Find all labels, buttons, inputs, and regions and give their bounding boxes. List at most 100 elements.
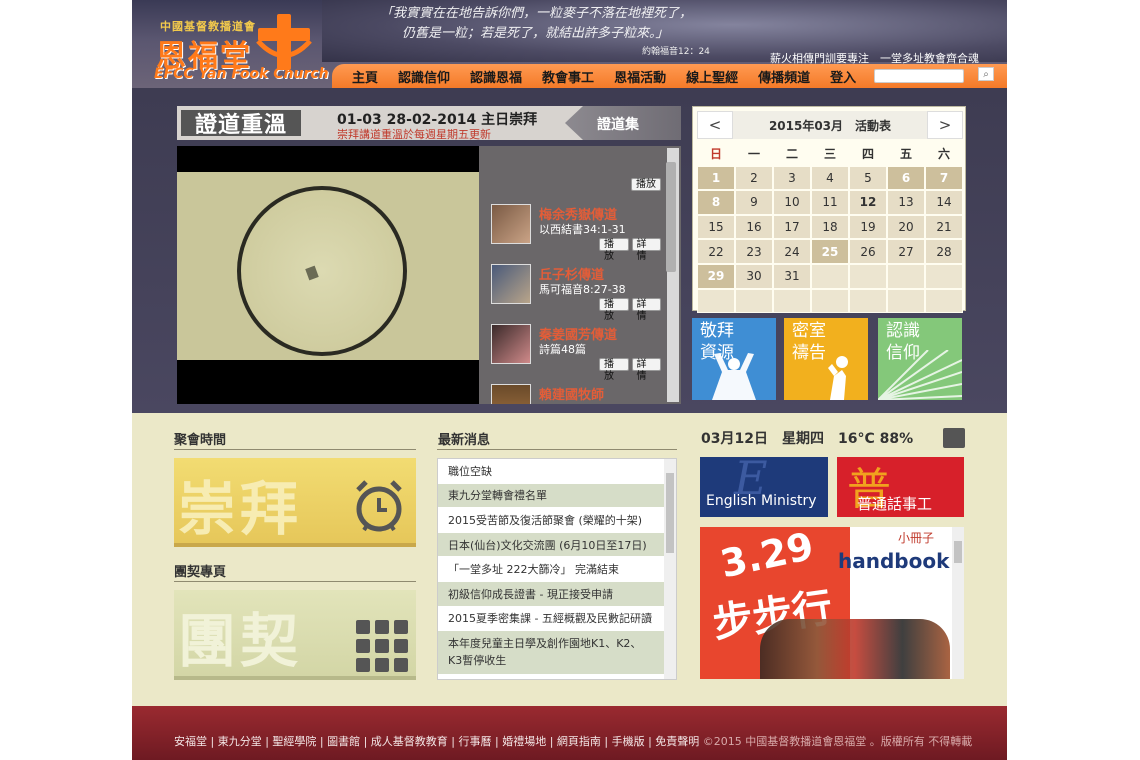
search-button[interactable]: ⌕ xyxy=(978,67,994,81)
handbook-scrollbar[interactable] xyxy=(952,527,964,679)
list-item[interactable]: 賴建國牧師 xyxy=(491,384,661,404)
calendar-day: 9 xyxy=(735,190,773,215)
news-item[interactable]: 本年度兒童主日學及創作園地K1、K2、K3暫停收生 xyxy=(438,631,676,676)
calendar-day: 28 xyxy=(925,239,963,264)
mandarin-ministry-label: 普通話事工 xyxy=(857,495,933,513)
play-button[interactable]: 播放 xyxy=(599,238,629,262)
sun-rays-icon xyxy=(878,350,962,400)
playlist-scrollbar[interactable] xyxy=(666,148,679,402)
calendar-day-empty xyxy=(925,288,963,314)
news-item[interactable]: 初級信仰成長證書 - 現正接受申請 xyxy=(438,581,676,607)
speaker-photo xyxy=(491,264,531,304)
list-item[interactable]: 梅余秀嶽傳道 以西結書34:1-31 播放 詳情 xyxy=(491,204,661,262)
event-calendar: < 2015年03月 活動表 > 日 一 二 三 四 五 六 1 2 3 4 5… xyxy=(692,106,966,314)
news-item[interactable]: 職位空缺 xyxy=(438,459,676,484)
fellowship-banner[interactable]: 團契 xyxy=(174,590,416,680)
news-item[interactable]: 東九分堂轉會禮名單 xyxy=(438,483,676,509)
play-button[interactable]: 播放 xyxy=(599,358,629,382)
english-ministry-banner[interactable]: E English Ministry xyxy=(700,457,828,517)
sermon-update-note: 崇拜講道重溫於每週星期五更新 xyxy=(337,128,491,141)
weekday-label: 日 xyxy=(697,141,735,166)
tile-know-faith[interactable]: 認識 信仰 xyxy=(878,318,962,400)
nav-item-bible[interactable]: 線上聖經 xyxy=(676,67,748,86)
calendar-day-empty xyxy=(887,288,925,314)
news-item[interactable]: 日本(仙台)文化交流團 (6月10日至17日) xyxy=(438,532,676,558)
nav-item-login[interactable]: 登入 xyxy=(820,67,866,86)
news-item[interactable]: 2015夏季密集課 - 五經概觀及民數記研讀 xyxy=(438,607,676,632)
calendar-day: 19 xyxy=(849,214,887,240)
tile-worship-resources[interactable]: 敬拜 資源 xyxy=(692,318,776,400)
list-item[interactable]: 丘子杉傳道 馬可福音8:27-38 播放 詳情 xyxy=(491,264,661,322)
tile-label: 敬拜 xyxy=(700,321,734,341)
mandarin-ministry-banner[interactable]: 普 普通話事工 xyxy=(837,457,964,517)
sermon-collection-link[interactable]: 證道集 xyxy=(597,114,639,134)
featured-area: 證道重溫 01-03 28-02-2014 主日崇拜 崇拜講道重溫於每週星期五更… xyxy=(132,88,1007,413)
calendar-day-empty xyxy=(773,288,811,314)
news-list: 職位空缺 東九分堂轉會禮名單 2015受苦節及復活節聚會 (榮耀的十架) 日本(… xyxy=(437,458,677,680)
speaker-name[interactable]: 賴建國牧師 xyxy=(539,384,604,403)
sermon-verse: 詩篇48篇 xyxy=(539,343,586,356)
scrollbar-thumb[interactable] xyxy=(954,541,962,563)
nav-item-ministries[interactable]: 教會事工 xyxy=(532,67,604,86)
worship-label: 崇拜 xyxy=(178,475,303,543)
calendar-day: 24 xyxy=(773,239,811,264)
calendar-day-empty xyxy=(887,263,925,289)
tile-label: 認識 xyxy=(886,321,920,341)
weekday-label: 一 xyxy=(735,141,773,166)
search-input[interactable] xyxy=(874,69,965,83)
calendar-day-event[interactable]: 6 xyxy=(887,165,925,191)
divider xyxy=(174,449,416,450)
calendar-day-today: 12 xyxy=(849,190,887,215)
meeting-time-title: 聚會時間 xyxy=(174,433,227,448)
scrollbar-thumb[interactable] xyxy=(666,473,674,553)
news-item[interactable]: 2015受苦節及復活節聚會 (榮耀的十架) xyxy=(438,508,676,533)
footer-link-list[interactable]: 安福堂 | 東九分堂 | 聖經學院 | 圖書館 | 成人基督教教育 | 行事曆 … xyxy=(174,735,699,748)
handbook-banner[interactable]: 3.29 步步行 小冊子 handbook xyxy=(700,527,964,679)
weekday-label: 五 xyxy=(887,141,925,166)
raised-hands-icon xyxy=(712,353,756,400)
calendar-day-event[interactable]: 8 xyxy=(697,190,735,215)
weekday-label: 二 xyxy=(773,141,811,166)
detail-button[interactable]: 詳情 xyxy=(631,238,661,262)
tile-prayer[interactable]: 密室 禱告 xyxy=(784,318,868,400)
weather-info: 03月12日 星期四 16°C 88% xyxy=(701,431,914,447)
sermon-section-title: 證道重溫 xyxy=(181,110,301,138)
play-button[interactable]: 播放 xyxy=(631,178,661,191)
english-ministry-label: English Ministry xyxy=(706,493,817,509)
news-item[interactable]: 「一堂多址 222大篩冷」 完滿結束 xyxy=(438,557,676,582)
calendar-day-event[interactable]: 29 xyxy=(697,263,735,289)
detail-button[interactable]: 詳情 xyxy=(631,358,661,382)
handbook-photo xyxy=(760,619,950,679)
verse-line-1: 「我實實在在地告訴你們，一粒麥子不落在地裡死了， xyxy=(380,6,693,21)
calendar-day: 20 xyxy=(887,214,925,240)
nav-item-home[interactable]: 主頁 xyxy=(342,67,388,86)
footer-links: 安福堂 | 東九分堂 | 聖經學院 | 圖書館 | 成人基督教教育 | 行事曆 … xyxy=(174,733,972,749)
news-scrollbar[interactable] xyxy=(664,459,676,679)
scrollbar-thumb[interactable] xyxy=(666,162,676,272)
worship-banner[interactable]: 崇拜 xyxy=(174,458,416,547)
calendar-day: 17 xyxy=(773,214,811,240)
cross-logo-icon[interactable] xyxy=(252,10,316,74)
speaker-photo xyxy=(491,384,531,404)
calendar-next-button[interactable]: > xyxy=(926,111,963,139)
video-player[interactable] xyxy=(177,146,479,404)
divider xyxy=(437,449,677,450)
lower-section: 聚會時間 崇拜 團契專頁 團契 最新消息 職位空缺 東九分堂轉會禮名單 2015… xyxy=(132,413,1007,706)
video-frame[interactable] xyxy=(177,172,479,360)
calendar-day-event[interactable]: 7 xyxy=(925,165,963,191)
list-item[interactable]: 秦姜國芳傳道 詩篇48篇 播放 詳情 xyxy=(491,324,661,382)
calendar-day-event[interactable]: 25 xyxy=(811,239,849,264)
calendar-day-empty xyxy=(925,263,963,289)
calendar-day: 3 xyxy=(773,165,811,191)
calendar-day: 14 xyxy=(925,190,963,215)
calendar-day: 18 xyxy=(811,214,849,240)
nav-item-faith[interactable]: 認識信仰 xyxy=(388,67,460,86)
nav-item-media[interactable]: 傳播頻道 xyxy=(748,67,820,86)
calendar-prev-button[interactable]: < xyxy=(697,111,733,139)
nav-item-events[interactable]: 恩福活動 xyxy=(604,67,676,86)
detail-button[interactable]: 詳情 xyxy=(631,298,661,322)
play-button[interactable]: 播放 xyxy=(599,298,629,322)
nav-item-about[interactable]: 認識恩福 xyxy=(460,67,532,86)
calendar-day-event[interactable]: 1 xyxy=(697,165,735,191)
search-icon: ⌕ xyxy=(983,68,989,80)
